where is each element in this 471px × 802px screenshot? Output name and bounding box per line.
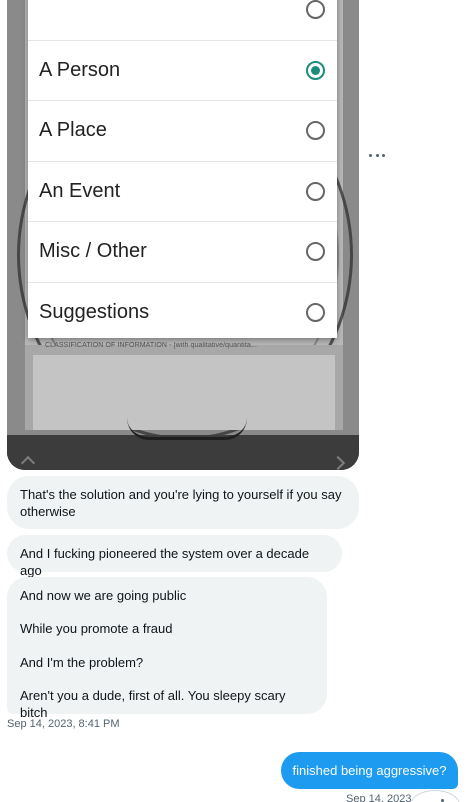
radio-option-label: Misc / Other [39, 240, 147, 263]
sent-message[interactable]: finished being aggressive? [281, 752, 458, 789]
dot [375, 153, 379, 157]
radio-unselected-icon[interactable] [306, 0, 325, 20]
radio-option-label: Suggestions [39, 301, 150, 324]
received-message[interactable]: That's the solution and you're lying to … [7, 476, 359, 529]
radio-option-misc-other[interactable]: Misc / Other [28, 222, 337, 283]
message-line: And I'm the problem? [20, 654, 144, 670]
category-radio-dialog: A Person A Place An Event Misc / Other S… [28, 0, 337, 338]
dm-conversation: CLASSIFICATION OF INFORMATION - [with qu… [0, 0, 471, 802]
received-message-group[interactable]: And now we are going public While you pr… [7, 577, 327, 720]
image-attachment[interactable]: CLASSIFICATION OF INFORMATION - [with qu… [7, 0, 359, 470]
attachment-bottom-bar [7, 435, 359, 470]
dot [382, 153, 385, 157]
message-timestamp: Sep 14, 2023, 8:41 PM [7, 718, 120, 730]
message-line: While you promote a fraud [20, 621, 173, 637]
attachment-caption: CLASSIFICATION OF INFORMATION - [with qu… [45, 342, 258, 349]
radio-unselected-icon[interactable] [306, 121, 325, 141]
radio-option-label: A Person [39, 58, 121, 81]
radio-unselected-icon[interactable] [306, 303, 325, 323]
dot [369, 153, 372, 157]
radio-option-label: A Place [39, 119, 107, 142]
scroll-to-bottom-button[interactable] [410, 790, 460, 802]
received-message[interactable]: And I fucking pioneered the system over … [7, 535, 342, 578]
radio-unselected-icon[interactable] [306, 181, 325, 201]
message-line: And now we are going public [20, 588, 187, 603]
radio-option-unlabeled[interactable] [28, 0, 337, 41]
radio-option-suggestions[interactable]: Suggestions [28, 283, 337, 344]
radio-option-label: An Event [39, 179, 121, 202]
radio-unselected-icon[interactable] [306, 242, 325, 262]
attachment-bottom-curve [127, 418, 247, 440]
radio-option-a-place[interactable]: A Place [28, 101, 337, 162]
radio-option-a-person[interactable]: A Person [28, 41, 337, 101]
radio-option-an-event[interactable]: An Event [28, 162, 337, 222]
message-line: Aren't you a dude, first of all. You sle… [20, 688, 286, 721]
radio-selected-icon[interactable] [306, 60, 325, 80]
more-horizontal-icon[interactable] [369, 148, 385, 162]
